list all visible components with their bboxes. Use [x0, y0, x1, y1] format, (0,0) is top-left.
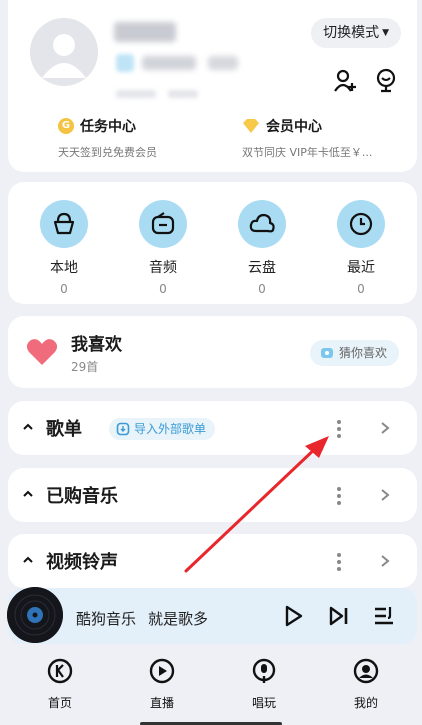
mini-player-background	[8, 588, 417, 644]
heart-icon	[26, 339, 58, 365]
nav-mine-label: 我的	[353, 696, 378, 710]
album-disc-icon[interactable]	[7, 587, 63, 643]
next-track-icon[interactable]	[327, 604, 351, 628]
mini-player[interactable]: 酷狗音乐 就是歌多	[0, 587, 422, 644]
playlist-queue-icon[interactable]	[372, 604, 396, 628]
extra-badge	[208, 56, 238, 70]
nav-mine[interactable]: 我的	[336, 658, 396, 711]
home-k-icon	[47, 658, 73, 684]
guess-you-like-button[interactable]: 猜你喜欢	[309, 340, 399, 366]
purchased-section-header[interactable]: 已购音乐	[8, 468, 417, 522]
bottom-nav: 首页 直播 唱玩 我的	[0, 652, 422, 725]
playlist-section-header[interactable]: 歌单 导入外部歌单	[8, 401, 417, 455]
video-ringtone-title: 视频铃声	[46, 552, 118, 573]
task-center-subtitle: 天天签到兑免费会员	[58, 146, 157, 159]
vip-badge	[142, 56, 196, 70]
stats-text-2	[168, 90, 198, 98]
quick-audio-label: 音频	[149, 260, 177, 276]
more-vertical-icon[interactable]	[336, 552, 342, 572]
quick-recent[interactable]: 最近 0	[331, 200, 391, 296]
favorites-title: 我喜欢	[71, 335, 122, 355]
playlist-title: 歌单	[46, 419, 82, 440]
profile-icon	[353, 658, 379, 684]
local-icon	[53, 212, 75, 235]
guess-you-like-label: 猜你喜欢	[338, 346, 387, 360]
favorites-card[interactable]: 我喜欢 29首 猜你喜欢	[8, 316, 417, 388]
nav-home[interactable]: 首页	[30, 658, 90, 711]
quick-cloud-count: 0	[258, 282, 266, 296]
import-playlist-label: 导入外部歌单	[134, 422, 207, 436]
nav-home-label: 首页	[47, 696, 72, 710]
now-playing-text: 酷狗音乐 就是歌多	[76, 608, 208, 629]
more-vertical-icon[interactable]	[336, 486, 342, 506]
quick-local-label: 本地	[50, 260, 78, 276]
chevron-right-icon[interactable]	[380, 488, 390, 502]
nav-sing[interactable]: 唱玩	[234, 658, 294, 711]
purchased-title: 已购音乐	[46, 486, 118, 507]
quick-audio[interactable]: 音频 0	[133, 200, 193, 296]
nav-live[interactable]: 直播	[132, 658, 192, 711]
diamond-icon	[243, 119, 259, 133]
chevron-right-icon[interactable]	[380, 421, 390, 435]
task-center[interactable]: G 任务中心 天天签到兑免费会员	[58, 116, 157, 160]
nav-sing-label: 唱玩	[251, 696, 276, 710]
import-icon	[116, 422, 130, 436]
vip-center[interactable]: 会员中心 双节同庆 VIP年卡低至￥...	[242, 116, 372, 160]
switch-mode-button[interactable]: 切换模式 ▼	[311, 18, 401, 48]
play-icon[interactable]	[281, 604, 305, 628]
coin-icon: G	[58, 118, 74, 134]
chevron-up-icon[interactable]	[22, 554, 34, 566]
task-center-title: 任务中心	[80, 119, 136, 135]
quick-recent-count: 0	[357, 282, 365, 296]
audio-icon	[151, 212, 175, 235]
now-playing-app: 酷狗音乐	[76, 610, 137, 628]
quick-access-card: 本地 0 音频 0 云盘 0 最近 0	[8, 182, 417, 304]
caret-down-icon: ▼	[382, 28, 389, 38]
mic-icon	[252, 658, 276, 683]
quick-local[interactable]: 本地 0	[34, 200, 94, 296]
cloud-icon	[249, 213, 275, 233]
message-icon[interactable]	[373, 67, 399, 93]
chevron-right-icon[interactable]	[380, 554, 390, 568]
quick-cloud-label: 云盘	[248, 260, 276, 276]
quick-recent-label: 最近	[347, 260, 375, 276]
chevron-up-icon[interactable]	[22, 488, 34, 500]
add-friend-icon[interactable]	[332, 68, 358, 94]
live-icon	[149, 658, 175, 684]
favorites-count: 29首	[71, 360, 99, 374]
quick-audio-count: 0	[159, 282, 167, 296]
level-badge	[116, 54, 134, 72]
import-playlist-button[interactable]: 导入外部歌单	[109, 418, 216, 440]
username	[114, 22, 176, 42]
switch-mode-label: 切换模式	[323, 25, 380, 41]
chevron-up-icon[interactable]	[22, 421, 34, 433]
now-playing-slogan: 就是歌多	[148, 610, 209, 628]
more-vertical-icon[interactable]	[336, 419, 342, 439]
nav-live-label: 直播	[149, 696, 174, 710]
vip-center-subtitle: 双节同庆 VIP年卡低至￥...	[242, 146, 373, 159]
sparkle-icon	[320, 348, 333, 358]
profile-card: 切换模式 ▼ G 任务中心 天天签到兑免费会员 会员中心 双节同庆 VIP年卡低至…	[8, 0, 417, 172]
stats-text	[116, 90, 156, 98]
quick-local-count: 0	[60, 282, 68, 296]
quick-cloud[interactable]: 云盘 0	[232, 200, 292, 296]
clock-icon	[349, 212, 373, 236]
vip-center-title: 会员中心	[266, 119, 322, 135]
avatar[interactable]	[30, 18, 98, 86]
video-ringtone-section-header[interactable]: 视频铃声	[8, 534, 417, 588]
